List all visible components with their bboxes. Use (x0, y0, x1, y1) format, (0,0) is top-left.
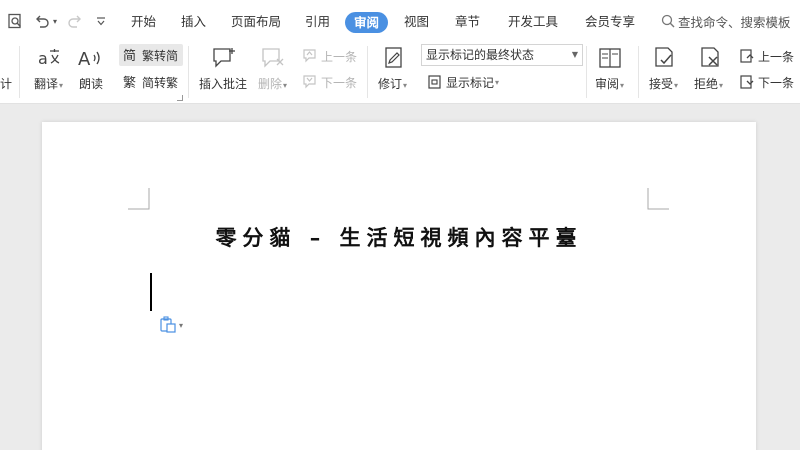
command-search[interactable]: 查找命令、搜索模板 (661, 11, 791, 31)
next-comment-icon (303, 75, 316, 89)
review-label: 审阅 (595, 77, 620, 91)
undo-dropdown-icon[interactable]: ▾ (51, 10, 59, 32)
tab-chapter[interactable]: 章节 (455, 13, 480, 30)
chevron-down-icon: ▾ (620, 81, 625, 90)
undo-icon[interactable] (33, 10, 51, 32)
chevron-down-icon: ▾ (59, 81, 64, 90)
ribbon-divider (638, 46, 639, 98)
text-cursor (150, 273, 152, 311)
tab-member[interactable]: 会员专享 (585, 13, 635, 30)
delete-comment-button[interactable]: 删除▾ (258, 75, 287, 92)
simp-trad-icon: 繁 (123, 75, 136, 90)
tab-insert[interactable]: 插入 (181, 13, 206, 30)
tab-view[interactable]: 视图 (404, 13, 429, 30)
chevron-down-icon: ▾ (179, 320, 184, 330)
accept-icon[interactable] (651, 45, 677, 71)
prev-comment-icon (303, 49, 316, 63)
ribbon-cut-label: 计 (0, 77, 13, 91)
review-pane-icon[interactable] (597, 45, 623, 71)
search-placeholder: 查找命令、搜索模板 (678, 14, 791, 30)
markup-mode-value: 显示标记的最终状态 (426, 48, 535, 62)
read-aloud-label[interactable]: 朗读 (79, 75, 103, 92)
ribbon-divider (19, 46, 20, 98)
reject-icon[interactable] (697, 45, 723, 71)
tab-review[interactable]: 审阅 (345, 12, 389, 33)
review-pane-button[interactable]: 审阅▾ (595, 75, 624, 92)
margin-corner-mark (647, 188, 669, 210)
customize-toolbar-icon[interactable] (92, 10, 110, 32)
prev-change-label: 上一条 (758, 49, 795, 64)
svg-text:繁: 繁 (123, 75, 136, 90)
tab-home[interactable]: 开始 (131, 13, 156, 30)
trad-to-simp-row: 简 繁转简 (123, 46, 178, 64)
svg-text:简: 简 (123, 48, 136, 63)
document-title[interactable]: 零分貓 – 生活短視頻內容平臺 (42, 222, 756, 252)
read-aloud-icon[interactable]: A (77, 46, 105, 70)
prev-comment-label: 上一条 (321, 49, 358, 64)
next-change-button[interactable]: 下一条 (739, 73, 794, 91)
chevron-down-icon: ▾ (495, 77, 500, 87)
reject-label: 拒绝 (694, 77, 719, 91)
show-markup-label: 显示标记 (446, 75, 495, 90)
tab-developer[interactable]: 开发工具 (508, 13, 558, 30)
show-markup-icon (428, 75, 441, 89)
markup-mode-select[interactable]: 显示标记的最终状态 ▼ (421, 44, 583, 66)
margin-corner-mark (128, 188, 150, 210)
next-change-label: 下一条 (758, 75, 795, 90)
paste-options-button[interactable]: ▾ (159, 316, 183, 334)
redo-icon[interactable] (66, 10, 84, 32)
track-changes-icon[interactable] (381, 45, 407, 71)
prev-change-icon (740, 49, 754, 63)
translate-button[interactable]: 翻译▾ (34, 75, 63, 92)
svg-text:A: A (78, 49, 91, 69)
clipboard-icon (160, 316, 176, 333)
translate-label: 翻译 (34, 77, 59, 91)
next-comment-button[interactable]: 下一条 (302, 73, 357, 91)
tab-page-layout[interactable]: 页面布局 (231, 13, 281, 30)
delete-label: 删除 (258, 77, 283, 91)
chevron-down-icon: ▾ (674, 81, 679, 90)
svg-text:a: a (38, 49, 48, 68)
trad-simp-icon: 简 (123, 48, 136, 63)
simp-to-trad-label: 简转繁 (142, 75, 179, 90)
show-markup-button[interactable]: 显示标记 ▾ (427, 73, 499, 91)
revise-label: 修订 (378, 77, 403, 91)
next-change-icon (740, 75, 754, 89)
tab-references[interactable]: 引用 (305, 13, 330, 30)
accept-button[interactable]: 接受▾ (649, 75, 678, 92)
accept-label: 接受 (649, 77, 674, 91)
group-expand-icon[interactable] (177, 95, 183, 101)
chevron-down-icon: ▾ (283, 81, 288, 90)
prev-comment-button[interactable]: 上一条 (302, 47, 357, 65)
reject-button[interactable]: 拒绝▾ (694, 75, 723, 92)
menu-bar: ▾ 开始 插入 页面布局 引用 审阅 视图 章节 开发工具 会员专享 查找命令、… (0, 0, 800, 42)
trad-to-simp-label: 繁转简 (142, 48, 179, 63)
insert-comment-icon[interactable] (210, 45, 238, 71)
delete-comment-icon[interactable] (259, 45, 287, 71)
next-comment-label: 下一条 (321, 75, 358, 90)
prev-change-button[interactable]: 上一条 (739, 47, 794, 65)
ribbon-divider (367, 46, 368, 98)
document-page[interactable]: 零分貓 – 生活短視頻內容平臺 ▾ (42, 122, 756, 450)
track-changes-button[interactable]: 修订▾ (378, 75, 407, 92)
chevron-down-icon: ▾ (719, 81, 724, 90)
chevron-down-icon: ▾ (403, 81, 408, 90)
simp-to-trad-button[interactable]: 繁 简转繁 (123, 73, 178, 91)
ribbon-divider (586, 46, 587, 98)
chevron-down-icon: ▼ (571, 50, 578, 59)
search-icon (661, 14, 675, 28)
translate-icon[interactable]: a (36, 46, 64, 70)
print-preview-icon[interactable] (6, 10, 24, 32)
insert-comment-label[interactable]: 插入批注 (199, 75, 247, 92)
ribbon-divider (188, 46, 189, 98)
